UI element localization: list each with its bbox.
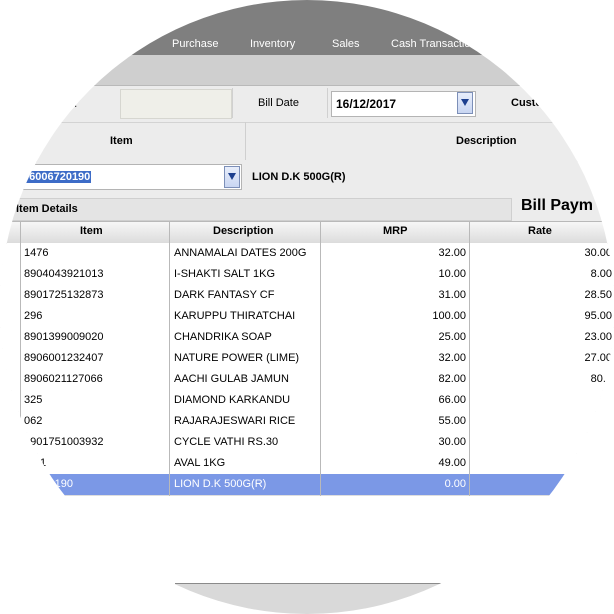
cell-rate: 80.0 — [590, 373, 612, 385]
cell-description: DIAMOND KARKANDU — [174, 394, 291, 406]
chevron-down-icon — [461, 99, 469, 106]
cell-mrp: 55.00 — [438, 415, 466, 427]
column-header-item[interactable]: Item — [80, 225, 103, 237]
item-description-value: LION D.K 500G(R) — [252, 171, 346, 183]
cell-mrp: 10.00 — [438, 268, 466, 280]
cell-item: 06720190 — [24, 478, 73, 490]
cell-item: 062 — [24, 415, 43, 427]
menu-bar: Purchase Inventory Sales Cash Transactio… — [0, 0, 614, 55]
cell-description: NATURE POWER (LIME) — [174, 352, 300, 364]
item-code-dropdown-button[interactable] — [224, 166, 240, 188]
cell-rate: 27.00 — [584, 352, 612, 364]
entry-header-row — [0, 122, 614, 162]
menu-inventory[interactable]: Inventory — [250, 38, 295, 50]
cell-description: AACHI GULAB JAMUN — [174, 373, 289, 385]
cell-item: 296 — [24, 310, 43, 322]
cell-rate: 60 — [599, 394, 612, 406]
cell-description: ANNAMALAI DATES 200G — [174, 247, 307, 259]
cell-item: 325 — [24, 394, 43, 406]
grid-empty-area — [0, 496, 614, 588]
field-label-fragment: . — [74, 96, 78, 110]
cell-item: 8906021127066 — [24, 373, 103, 385]
cell-description: AVAL 1KG — [174, 457, 226, 469]
item-details-label: Item Details — [16, 203, 78, 215]
customer-label: Custo — [511, 97, 543, 109]
cell-mrp: 32.00 — [438, 247, 466, 259]
cell-description: CHANDRIKA SOAP — [174, 331, 272, 343]
cell-mrp: 49.00 — [438, 457, 466, 469]
cell-rate: 95.00 — [584, 310, 612, 322]
cell-item: 8901725132873 — [24, 289, 104, 301]
cell-description: KARUPPU THIRATCHAI — [174, 310, 296, 322]
cell-mrp: 30.00 — [438, 436, 466, 448]
table-row[interactable]: 1476 ANNAMALAI DATES 200G 32.00 30.00 — [0, 243, 614, 265]
menu-sales[interactable]: Sales — [332, 38, 360, 50]
toolbar-strip — [0, 55, 614, 86]
cell-mrp: 100.00 — [432, 310, 466, 322]
cell-rate: 5 — [605, 415, 612, 427]
column-header-description[interactable]: Description — [213, 225, 274, 237]
bill-payment-label: Bill Paym — [521, 197, 594, 214]
grid-line — [20, 221, 21, 496]
menu-cash-transactions[interactable]: Cash Transactions — [391, 38, 482, 50]
column-header-mrp[interactable]: MRP — [383, 225, 407, 237]
item-code-value: 96006720190 — [22, 171, 92, 183]
chevron-down-icon — [228, 173, 236, 180]
cell-mrp: 82.00 — [438, 373, 466, 385]
cell-rate: 8.00 — [590, 268, 612, 280]
entry-item-header: Item — [110, 135, 133, 147]
cell-description: RAJARAJESWARI RICE — [174, 415, 296, 427]
bill-date-dropdown-button[interactable] — [457, 92, 473, 114]
table-row[interactable]: 296 KARUPPU THIRATCHAI 100.00 95.00 — [0, 306, 614, 328]
table-row[interactable]: 8906021127066 AACHI GULAB JAMUN 82.00 80.0 — [0, 369, 614, 391]
table-row[interactable]: 8901751003932 CYCLE VATHI RS.30 30.00 — [0, 432, 614, 454]
grid-line — [169, 221, 170, 496]
cell-mrp: 25.00 — [438, 331, 466, 343]
grid-line — [469, 221, 470, 496]
cell-description: I-SHAKTI SALT 1KG — [174, 268, 276, 280]
cell-item: 8906001232407 — [24, 352, 104, 364]
cell-mrp: 31.00 — [438, 289, 466, 301]
cell-item: 8901399009020 — [24, 331, 104, 343]
item-details-panel-header — [10, 198, 512, 221]
bill-date-label: Bill Date — [258, 97, 299, 109]
cell-rate: 30.00 — [584, 247, 612, 259]
cell-mrp: 32.00 — [438, 352, 466, 364]
cell-item: 1476 — [24, 247, 49, 259]
cell-item: 1 — [40, 457, 47, 469]
cell-description: LION D.K 500G(R) — [174, 478, 267, 490]
cell-mrp: 66.00 — [438, 394, 466, 406]
table-row[interactable]: 8901399009020 CHANDRIKA SOAP 25.00 23.00 — [0, 327, 614, 349]
table-row[interactable]: 8901725132873 DARK FANTASY CF 31.00 28.50 — [0, 285, 614, 307]
table-row[interactable]: 062 RAJARAJESWARI RICE 55.00 5 — [0, 411, 614, 433]
table-row[interactable]: 8906001232407 NATURE POWER (LIME) 32.00 27.… — [0, 348, 614, 370]
table-row[interactable]: 8904043921013 I-SHAKTI SALT 1KG 10.00 8.00 — [0, 264, 614, 286]
column-header-rate[interactable]: Rate — [528, 225, 552, 237]
bill-number-field[interactable] — [120, 89, 232, 119]
cell-description: CYCLE VATHI RS.30 — [174, 436, 279, 448]
menu-purchase[interactable]: Purchase — [172, 38, 218, 50]
cell-description: DARK FANTASY CF — [174, 289, 275, 301]
cell-rate: 23.00 — [584, 331, 612, 343]
table-row[interactable]: 06720190 LION D.K 500G(R) 0.00 — [0, 474, 614, 496]
cell-item: 8904043921013 — [24, 268, 104, 280]
cell-rate: 28.50 — [584, 289, 612, 301]
cell-item: 8901751003932 — [24, 436, 104, 448]
grid-line — [320, 221, 321, 496]
cell-mrp: 0.00 — [444, 478, 466, 490]
table-row[interactable]: 325 DIAMOND KARKANDU 66.00 60 — [0, 390, 614, 412]
table-row[interactable]: 1 AVAL 1KG 49.00 — [0, 453, 614, 475]
footer-strip — [0, 584, 614, 614]
screenshot-viewport: Purchase Inventory Sales Cash Transactio… — [0, 0, 614, 614]
entry-description-header: Description — [456, 135, 517, 147]
bill-date-value: 16/12/2017 — [336, 97, 397, 111]
